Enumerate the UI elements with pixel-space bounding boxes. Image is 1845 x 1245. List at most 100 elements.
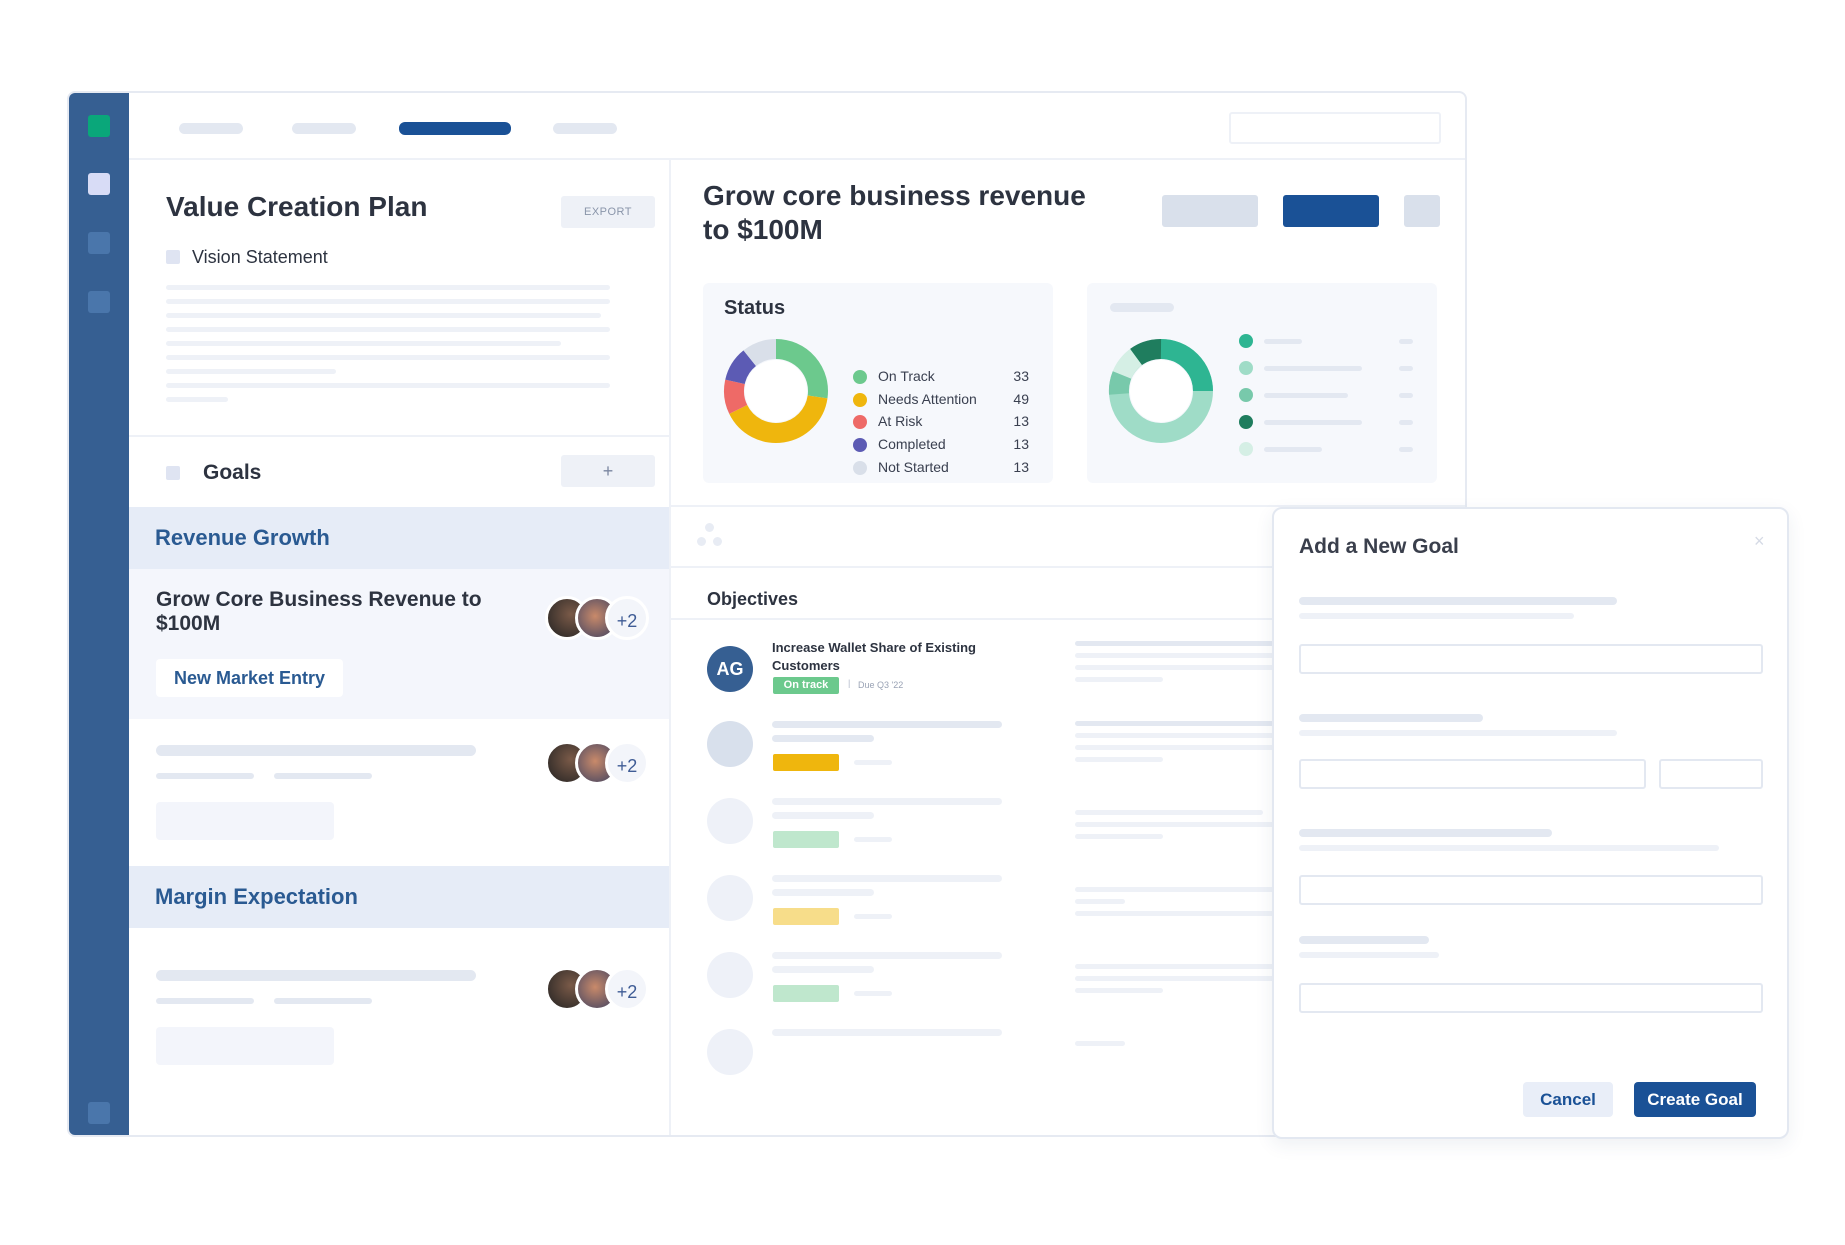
goal-detail-title: Grow core business revenue to $100M <box>703 180 1086 245</box>
text-line <box>166 369 336 374</box>
add-goal-button[interactable]: + <box>561 455 655 487</box>
sidebar-item-two[interactable] <box>88 232 110 254</box>
goal-field-input[interactable] <box>1299 759 1646 789</box>
goal-placeholder-title <box>156 970 476 981</box>
legend-value-placeholder <box>1399 366 1413 371</box>
separator: | <box>848 678 851 688</box>
more-options-button[interactable] <box>1404 195 1440 227</box>
status-legend-dot <box>853 438 867 452</box>
objective-title[interactable]: Increase Wallet Share of Existing Custom… <box>772 639 1022 675</box>
nav-tab-2[interactable] <box>292 123 356 134</box>
goal-field-short-input[interactable] <box>1659 759 1763 789</box>
goal-assignees[interactable]: +2 <box>545 967 649 1011</box>
group-header-margin-expectation[interactable]: Margin Expectation <box>129 866 669 928</box>
objective-owner-avatar: AG <box>707 646 753 692</box>
donut-segment <box>1108 371 1132 395</box>
close-icon[interactable]: × <box>1754 531 1765 552</box>
status-legend-value: 13 <box>1013 459 1029 475</box>
objective-detail-placeholder <box>1075 745 1275 750</box>
nav-tab-active[interactable] <box>399 122 511 135</box>
legend-placeholder <box>1264 420 1362 425</box>
field-hint-placeholder <box>1299 952 1439 958</box>
vision-statement-label: Vision Statement <box>192 247 328 267</box>
status-legend-value: 49 <box>1013 391 1029 407</box>
objective-avatar-placeholder <box>707 952 753 998</box>
goal-assignees[interactable]: +2 <box>545 596 649 640</box>
sidebar-item-settings[interactable] <box>88 1102 110 1124</box>
goals-checkbox[interactable] <box>166 466 180 480</box>
goal-placeholder-meta <box>156 998 254 1004</box>
text-line <box>166 327 610 332</box>
secondary-donut-chart <box>1108 339 1213 443</box>
secondary-action-button[interactable] <box>1162 195 1258 227</box>
objective-avatar-placeholder <box>707 721 753 767</box>
objective-detail-placeholder <box>1075 721 1275 726</box>
text-line <box>166 355 610 360</box>
create-goal-button[interactable]: Create Goal <box>1634 1082 1756 1117</box>
field-hint-placeholder <box>1299 845 1719 851</box>
field-label-placeholder <box>1299 597 1617 605</box>
objective-title-placeholder <box>772 798 1002 805</box>
nav-tab-4[interactable] <box>553 123 617 134</box>
donut-segment <box>1130 339 1162 366</box>
text-line <box>166 285 610 290</box>
goal-description-input[interactable] <box>1299 875 1763 905</box>
primary-action-button[interactable] <box>1283 195 1379 227</box>
legend-placeholder <box>1264 366 1362 371</box>
panel-divider <box>669 159 671 1135</box>
status-legend-dot <box>853 461 867 475</box>
donut-hole <box>1130 360 1192 422</box>
status-legend-dot <box>853 393 867 407</box>
search-input[interactable] <box>1229 112 1441 144</box>
field-hint-placeholder <box>1299 613 1574 619</box>
status-legend-value: 13 <box>1013 413 1029 429</box>
cancel-button[interactable]: Cancel <box>1523 1082 1613 1117</box>
status-legend-dot <box>853 370 867 384</box>
legend-dot <box>1239 442 1253 456</box>
goal-owner-input[interactable] <box>1299 983 1763 1013</box>
group-header-revenue-growth[interactable]: Revenue Growth <box>129 507 669 569</box>
objective-avatar-placeholder <box>707 798 753 844</box>
status-legend-value: 13 <box>1013 436 1029 452</box>
objective-detail-placeholder <box>1075 665 1275 670</box>
goal-name-input[interactable] <box>1299 644 1763 674</box>
section-divider <box>129 435 669 437</box>
app-logo-icon[interactable] <box>88 115 110 137</box>
text-line <box>166 341 561 346</box>
sidebar-item-plans[interactable] <box>88 173 110 195</box>
export-button[interactable]: EXPORT <box>561 196 655 228</box>
goal-placeholder-title <box>156 745 476 756</box>
goal-placeholder-meta <box>274 773 372 779</box>
more-assignees-badge: +2 <box>605 596 649 640</box>
secondary-card-title <box>1110 303 1174 312</box>
objective-detail-placeholder <box>1075 988 1163 993</box>
objective-title-placeholder <box>772 1029 1002 1036</box>
goal-tag-chip[interactable]: New Market Entry <box>156 659 344 697</box>
status-legend-value: 33 <box>1013 368 1029 384</box>
objective-due-date: Due Q3 '22 <box>858 680 904 690</box>
legend-placeholder <box>1264 393 1348 398</box>
more-assignees-badge: +2 <box>605 741 649 785</box>
goal-assignees[interactable]: +2 <box>545 741 649 785</box>
objective-title-placeholder <box>772 952 1002 959</box>
legend-value-placeholder <box>1399 339 1413 344</box>
sidebar-item-three[interactable] <box>88 291 110 313</box>
status-legend-label: On Track <box>878 368 935 384</box>
app-window: Value Creation Plan EXPORT Vision Statem… <box>67 91 1467 1137</box>
objective-detail-placeholder <box>1075 976 1275 981</box>
status-card-title: Status <box>724 297 786 319</box>
status-legend-dot <box>853 415 867 429</box>
objective-due-placeholder <box>854 991 892 996</box>
legend-value-placeholder <box>1399 447 1413 452</box>
objective-detail-placeholder <box>1075 887 1275 892</box>
status-donut-segment <box>743 339 777 367</box>
vision-checkbox[interactable] <box>166 250 180 264</box>
legend-placeholder <box>1264 339 1302 344</box>
objective-title-placeholder <box>772 735 874 742</box>
legend-value-placeholder <box>1399 393 1413 398</box>
add-goal-modal: Add a New Goal × Cancel Create Goal <box>1272 507 1789 1139</box>
status-legend-label: Not Started <box>878 459 949 475</box>
nav-tab-1[interactable] <box>179 123 243 134</box>
objective-status-badge <box>773 908 839 925</box>
objective-detail-placeholder <box>1075 834 1163 839</box>
